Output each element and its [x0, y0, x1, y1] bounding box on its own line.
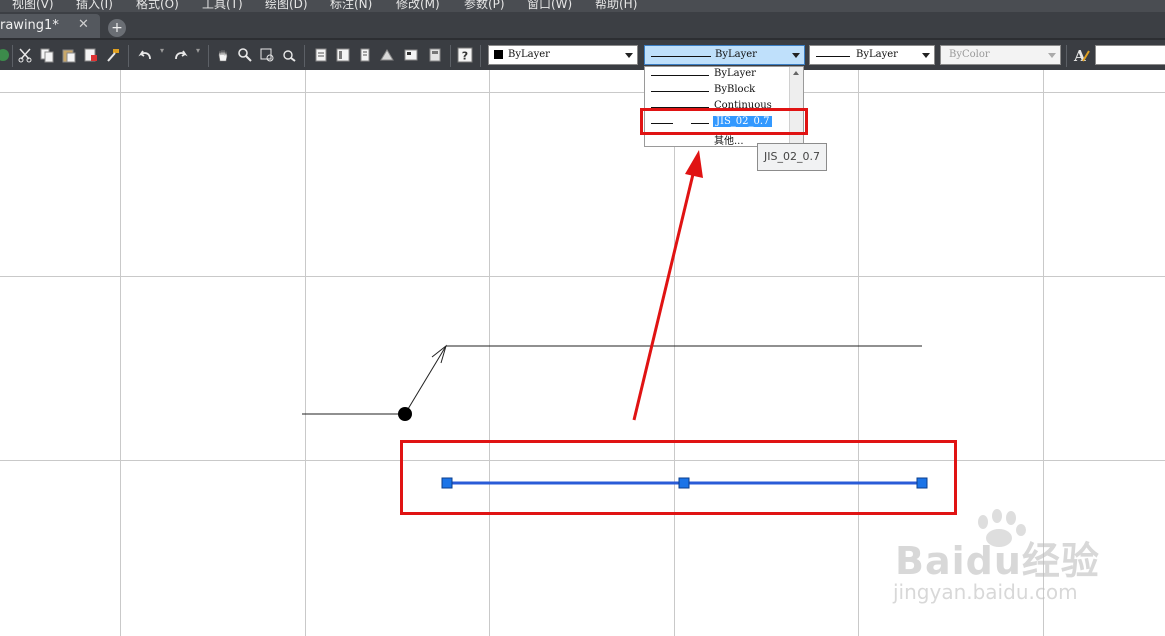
- lineweight-combo[interactable]: ByLayer: [809, 45, 935, 65]
- svg-text:?: ?: [462, 50, 468, 63]
- color-swatch: [494, 50, 503, 59]
- document-tab-bar: rawing1* ✕ +: [0, 12, 1165, 38]
- watermark-site: jingyan.baidu.com: [893, 580, 1078, 604]
- new-tab-button[interactable]: +: [108, 19, 126, 37]
- linetype-combo[interactable]: ByLayer: [644, 45, 805, 65]
- close-icon[interactable]: ✕: [78, 17, 89, 32]
- redo-icon[interactable]: [172, 46, 190, 64]
- design-center-icon[interactable]: [334, 46, 352, 64]
- zoom-previous-icon[interactable]: [280, 46, 298, 64]
- menu-help[interactable]: 帮助(H): [595, 0, 637, 12]
- tab-drawing1[interactable]: rawing1* ✕: [0, 14, 100, 38]
- menu-parameter[interactable]: 参数(P): [464, 0, 505, 12]
- undo-icon[interactable]: [136, 46, 154, 64]
- paste-icon[interactable]: [60, 46, 78, 64]
- text-style-combo[interactable]: [1095, 45, 1165, 65]
- tab-label: rawing1*: [0, 18, 59, 33]
- color-combo-value: ByLayer: [508, 49, 550, 60]
- properties-toolbar: ▾ ▾ ? ByLayer ByLayer ByLayer ByColor A: [0, 38, 1165, 70]
- toolbar-separator: [450, 45, 451, 67]
- toolbar-separator: [208, 45, 209, 67]
- chevron-down-icon[interactable]: [792, 53, 800, 58]
- plotstyle-combo-value: ByColor: [949, 49, 990, 60]
- text-style-icon[interactable]: A: [1072, 46, 1090, 64]
- copy-icon[interactable]: [38, 46, 56, 64]
- linetype-sample: [651, 91, 709, 92]
- linetype-option-byblock[interactable]: ByBlock: [645, 83, 791, 99]
- lineweight-combo-value: ByLayer: [856, 49, 898, 60]
- toolbar-separator: [1066, 45, 1067, 67]
- menu-window[interactable]: 窗口(W): [527, 0, 572, 12]
- cut-icon[interactable]: [16, 46, 34, 64]
- menu-modify[interactable]: 修改(M): [396, 0, 440, 12]
- zoom-realtime-icon[interactable]: [236, 46, 254, 64]
- menu-bar: 视图(V) 插入(I) 格式(O) 工具(T) 绘图(D) 标注(N) 修改(M…: [0, 0, 1165, 12]
- help-icon[interactable]: ?: [456, 46, 474, 64]
- linetype-combo-value: ByLayer: [715, 49, 757, 60]
- linetype-tooltip: JIS_02_0.7: [757, 143, 827, 171]
- annotation-box-option: [640, 108, 808, 135]
- toolbar-separator: [304, 45, 305, 67]
- baidu-watermark: Baidu经验 jingyan.baidu.com: [893, 508, 1153, 618]
- menu-draw[interactable]: 绘图(D): [265, 0, 308, 12]
- toolbar-separator: [12, 45, 13, 67]
- chevron-down-icon[interactable]: [922, 53, 930, 58]
- undo-dropdown-icon[interactable]: ▾: [160, 46, 164, 55]
- match-properties-icon[interactable]: [104, 46, 122, 64]
- chevron-down-icon: [1048, 53, 1056, 58]
- markup-icon[interactable]: [402, 46, 420, 64]
- toolbar-separator: [480, 45, 481, 67]
- linetype-sample: [651, 75, 709, 76]
- plot-icon[interactable]: [0, 46, 12, 64]
- linetype-sample: [651, 56, 711, 57]
- watermark-brand: Baidu经验: [895, 539, 1100, 583]
- lineweight-sample: [816, 56, 850, 57]
- linetype-option-bylayer[interactable]: ByLayer: [645, 67, 791, 83]
- menu-tools[interactable]: 工具(T): [202, 0, 243, 12]
- tool-palettes-icon[interactable]: [356, 46, 374, 64]
- option-label: ByLayer: [714, 68, 756, 79]
- scroll-up-arrow-icon[interactable]: [793, 71, 799, 75]
- color-combo[interactable]: ByLayer: [488, 45, 638, 65]
- properties-icon[interactable]: [312, 46, 330, 64]
- menu-view[interactable]: 视图(V): [12, 0, 54, 12]
- menu-dimension[interactable]: 标注(N): [330, 0, 372, 12]
- option-label: ByBlock: [714, 84, 756, 95]
- sheet-set-icon[interactable]: [378, 46, 396, 64]
- plotstyle-combo: ByColor: [940, 45, 1061, 65]
- redo-dropdown-icon[interactable]: ▾: [196, 46, 200, 55]
- zoom-window-icon[interactable]: [258, 46, 276, 64]
- calculator-icon[interactable]: [426, 46, 444, 64]
- chevron-down-icon[interactable]: [625, 53, 633, 58]
- menu-format[interactable]: 格式(O): [136, 0, 179, 12]
- annotation-box-line: [400, 440, 957, 515]
- svg-text:A: A: [1073, 47, 1086, 64]
- leader-entity[interactable]: [302, 344, 922, 421]
- paste-block-icon[interactable]: [82, 46, 100, 64]
- menu-insert[interactable]: 插入(I): [76, 0, 113, 12]
- toolbar-separator: [128, 45, 129, 67]
- pan-hand-icon[interactable]: [214, 46, 232, 64]
